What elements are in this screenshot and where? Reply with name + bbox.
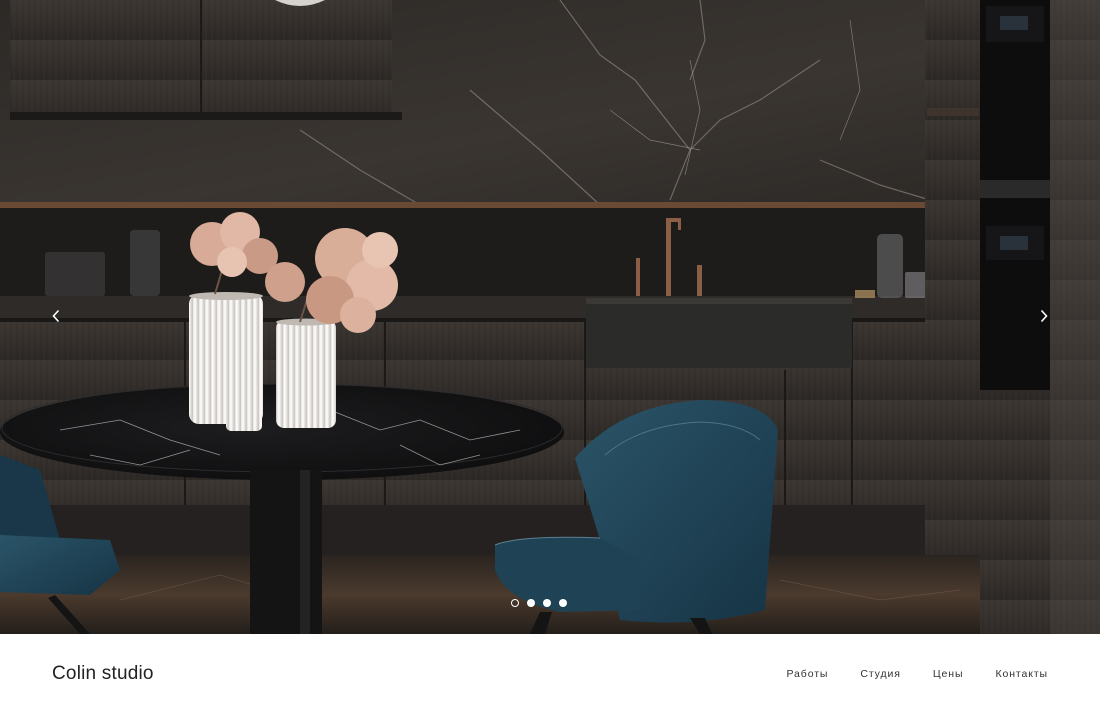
site-logo[interactable]: Colin studio [52,663,154,685]
slider-dot-3[interactable] [543,599,551,607]
nav-item-studio[interactable]: Студия [860,668,901,680]
slider-prev-button[interactable] [44,304,68,328]
slider-dot-2[interactable] [527,599,535,607]
slider-next-button[interactable] [1032,304,1056,328]
main-nav: Работы Студия Цены Контакты [755,668,1049,680]
nav-item-contacts[interactable]: Контакты [995,668,1048,680]
hero-slider[interactable] [0,0,1100,634]
nav-item-works[interactable]: Работы [787,668,829,680]
nav-item-prices[interactable]: Цены [933,668,964,680]
slider-pagination [511,596,567,610]
site-header-bar: Colin studio Работы Студия Цены Контакты [0,634,1100,701]
slider-dot-4[interactable] [559,599,567,607]
slider-dot-1[interactable] [511,599,519,607]
hero-image [0,0,1100,634]
chevron-right-icon [1040,309,1048,323]
chevron-left-icon [52,309,60,323]
